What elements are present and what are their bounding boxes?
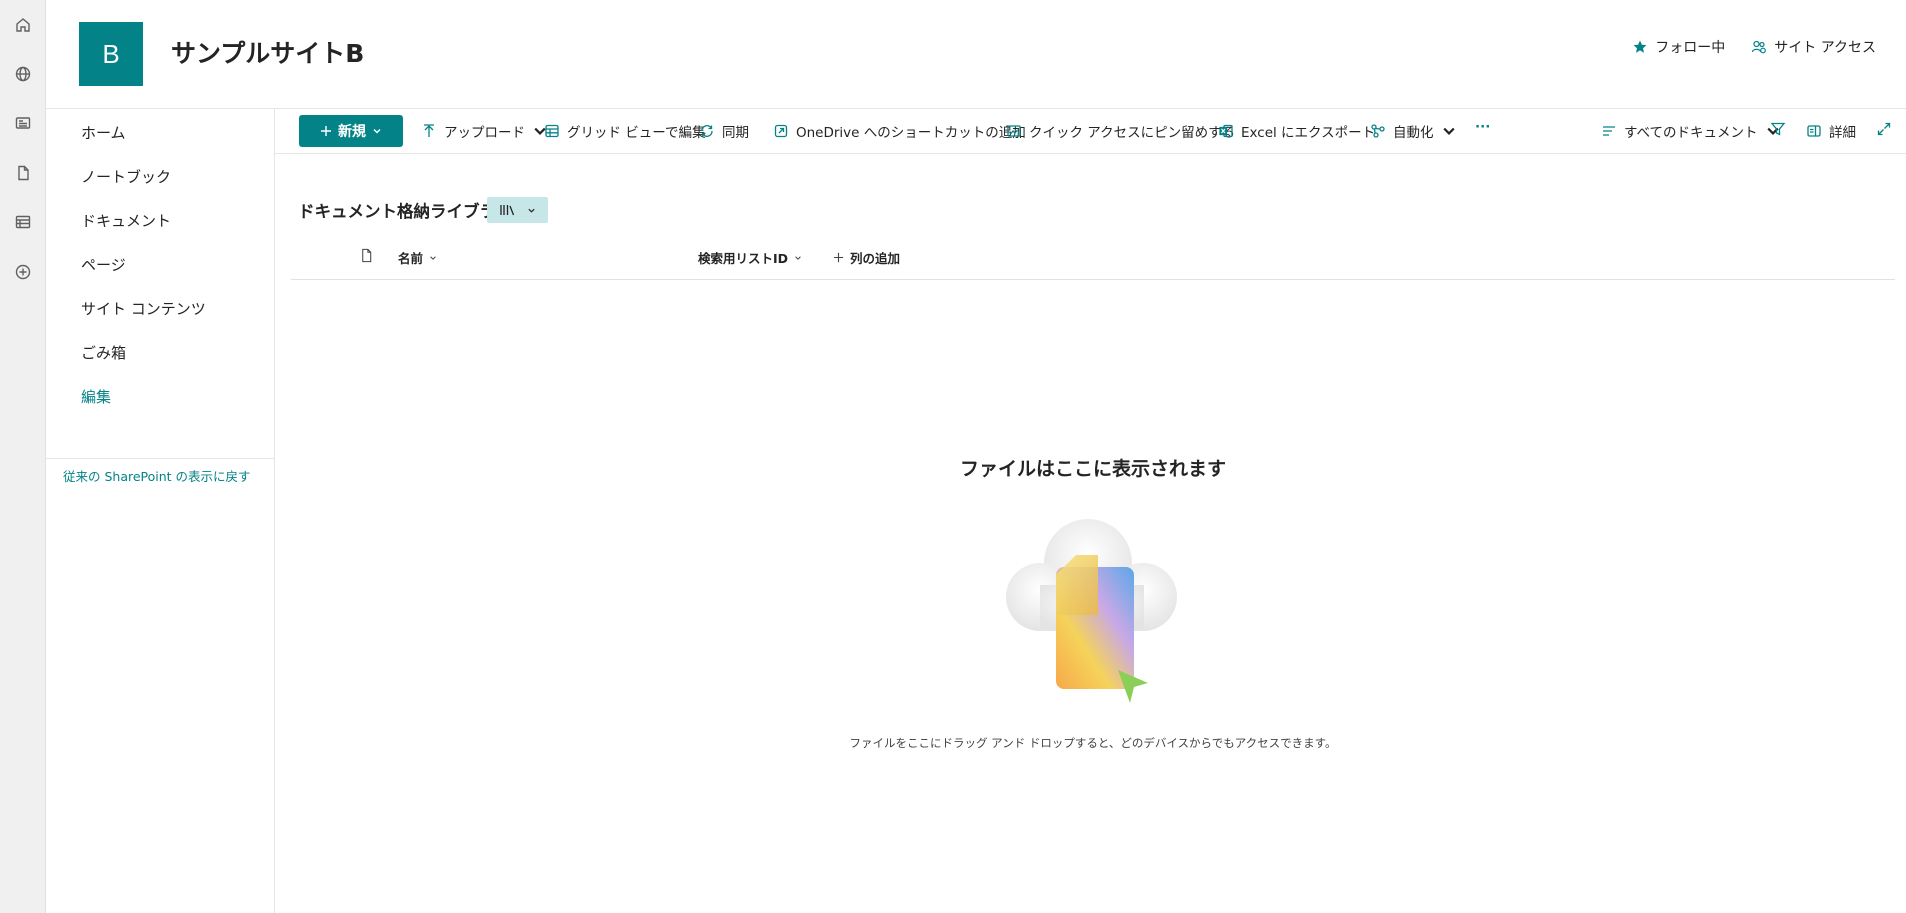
- classic-sharepoint-link[interactable]: 従来の SharePoint の表示に戻す: [63, 466, 251, 485]
- nav-item-recycle-bin[interactable]: ごみ箱: [81, 342, 126, 363]
- nav-item-site-contents[interactable]: サイト コンテンツ: [81, 298, 206, 319]
- nav-item-notebook[interactable]: ノートブック: [81, 166, 171, 187]
- app-rail: [0, 0, 46, 913]
- file-icon[interactable]: [11, 161, 35, 185]
- left-navigation: ホーム ノートブック ドキュメント ページ サイト コンテンツ ごみ箱 編集 従…: [46, 109, 275, 913]
- add-circle-icon[interactable]: [11, 260, 35, 284]
- empty-state-subtitle: ファイルをここにドラッグ アンド ドロップすると、どのデバイスからでもアクセスで…: [849, 736, 1337, 750]
- news-icon[interactable]: [11, 111, 35, 135]
- home-icon[interactable]: [11, 13, 35, 37]
- nav-item-pages[interactable]: ページ: [81, 254, 126, 275]
- nav-edit-link[interactable]: 編集: [81, 386, 111, 407]
- nav-divider: [46, 458, 275, 459]
- cloud-file-illustration: [1006, 519, 1177, 703]
- nav-item-home[interactable]: ホーム: [81, 122, 126, 143]
- empty-state: ファイルはここに表示されます ファイルをここにドラッグ アンド ドロップすると、…: [291, 0, 1895, 913]
- globe-icon[interactable]: [11, 62, 35, 86]
- site-logo[interactable]: B: [79, 22, 143, 86]
- empty-state-title: ファイルはここに表示されます: [959, 458, 1226, 480]
- list-icon[interactable]: [11, 210, 35, 234]
- nav-item-documents[interactable]: ドキュメント: [81, 210, 171, 231]
